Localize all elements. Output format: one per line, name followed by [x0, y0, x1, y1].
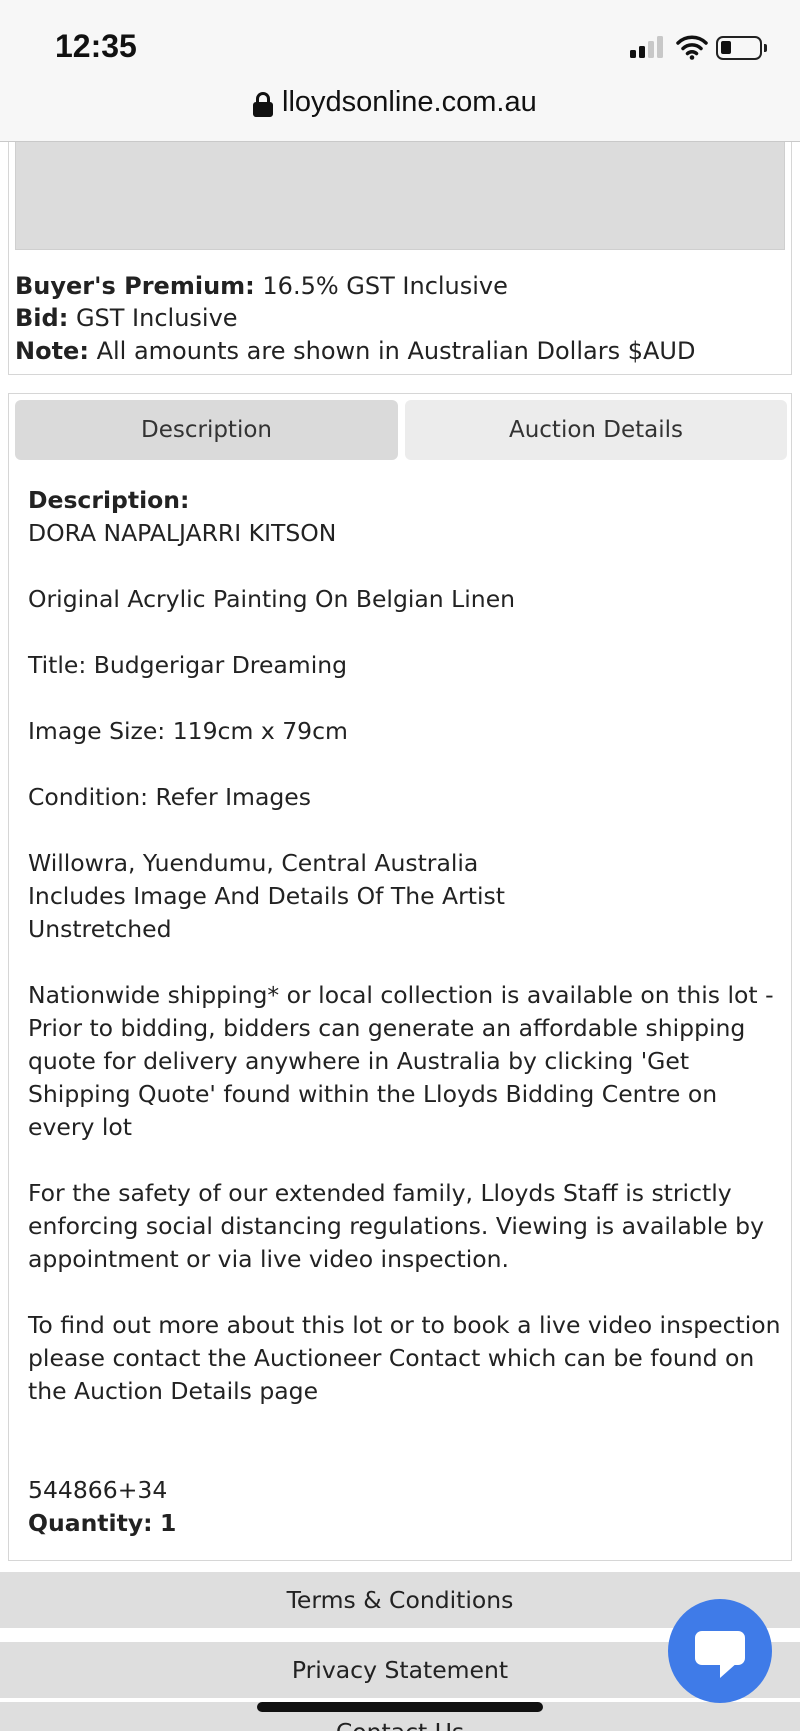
wifi-icon: [676, 35, 708, 60]
description-condition: Condition: Refer Images: [28, 783, 311, 811]
lot-info-box: Buyer's Premium: 16.5% GST Inclusive Bid…: [8, 142, 792, 375]
description-size: Image Size: 119cm x 79cm: [28, 717, 348, 745]
note-row: Note: All amounts are shown in Australia…: [15, 337, 695, 365]
lot-image-placeholder: [15, 142, 785, 250]
description-heading: Description:: [28, 486, 190, 514]
url-domain[interactable]: lloydsonline.com.au: [282, 86, 537, 119]
description-location: Willowra, Yuendumu, Central Australia: [28, 849, 479, 877]
lot-code: 544866+34: [28, 1476, 168, 1504]
chat-bubble-icon: [695, 1631, 745, 1665]
status-time: 12:35: [55, 28, 137, 64]
buyers-premium-row: Buyer's Premium: 16.5% GST Inclusive: [15, 272, 508, 300]
status-bar: 12:35: [0, 0, 800, 80]
cellular-signal-icon: [630, 36, 666, 58]
tab-auction-details[interactable]: Auction Details: [405, 400, 787, 460]
battery-icon: [716, 36, 767, 60]
bid-label: Bid:: [15, 304, 69, 332]
description-medium: Original Acrylic Painting On Belgian Lin…: [28, 585, 516, 613]
description-safety: For the safety of our extended family, L…: [28, 1179, 765, 1273]
description-contact: To find out more about this lot or to bo…: [28, 1311, 781, 1405]
quantity-value: 1: [160, 1509, 177, 1537]
note-value: All amounts are shown in Australian Doll…: [96, 337, 696, 365]
home-indicator[interactable]: [257, 1702, 543, 1712]
description-title: Title: Budgerigar Dreaming: [28, 651, 348, 679]
buyers-premium-label: Buyer's Premium:: [15, 272, 255, 300]
lock-icon: [253, 89, 273, 121]
bid-row: Bid: GST Inclusive: [15, 304, 238, 332]
description-stretch: Unstretched: [28, 915, 172, 943]
description-shipping: Nationwide shipping* or local collection…: [28, 981, 774, 1141]
bid-value: GST Inclusive: [75, 304, 238, 332]
description-artist: DORA NAPALJARRI KITSON: [28, 519, 337, 547]
quantity-label: Quantity:: [28, 1509, 153, 1537]
quantity-row: Quantity: 1: [28, 1507, 788, 1540]
description-includes: Includes Image And Details Of The Artist: [28, 882, 505, 910]
lot-details-panel: Description Auction Details Description:…: [8, 393, 792, 1561]
buyers-premium-value: 16.5% GST Inclusive: [262, 272, 508, 300]
chat-button[interactable]: [668, 1599, 772, 1703]
tab-description[interactable]: Description: [15, 400, 398, 460]
url-bar[interactable]: lloydsonline.com.au: [0, 80, 800, 142]
note-label: Note:: [15, 337, 89, 365]
description-content: Description: DORA NAPALJARRI KITSON Orig…: [28, 484, 788, 1540]
